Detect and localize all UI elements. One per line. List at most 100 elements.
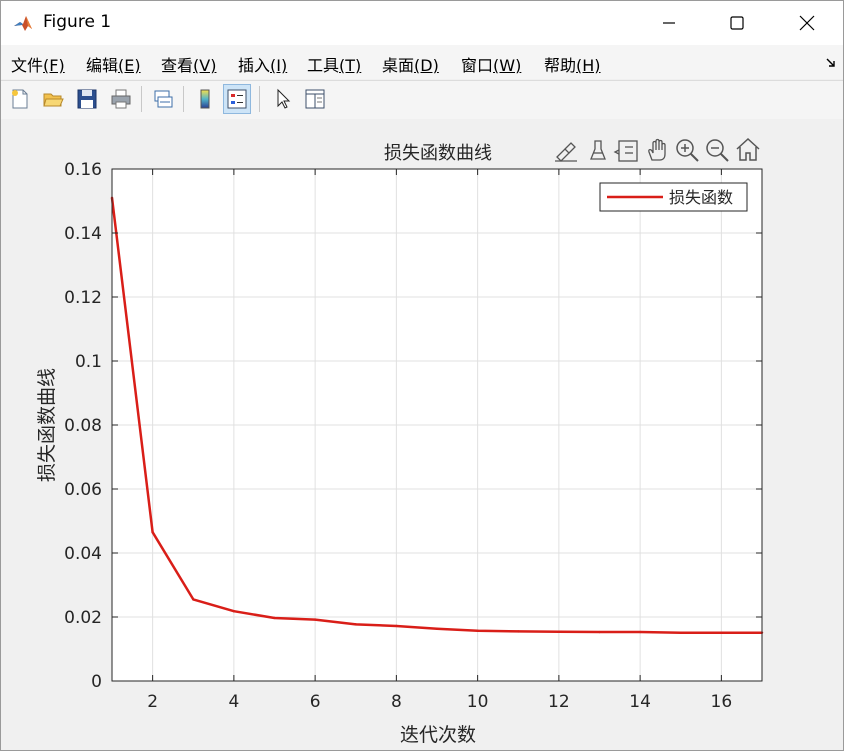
loss-data-point[interactable] [232, 610, 236, 613]
y-axis-label: 损失函数曲线 [36, 368, 58, 482]
x-tick-label: 12 [548, 692, 570, 712]
y-tick-label: 0.02 [64, 608, 102, 628]
home-icon[interactable] [736, 137, 760, 161]
menu-help[interactable]: 帮助(H) [544, 52, 601, 76]
zoom-out-icon[interactable] [706, 139, 729, 162]
close-icon [799, 15, 815, 31]
loss-data-point[interactable] [273, 616, 276, 620]
menu-help-label: 帮助 [544, 56, 577, 75]
menu-desktop[interactable]: 桌面(D) [382, 52, 439, 76]
loss-data-point[interactable] [638, 630, 642, 634]
data-tips-icon[interactable] [613, 140, 638, 162]
x-tick-label: 6 [310, 692, 321, 712]
y-tick-label: 0.08 [64, 416, 102, 436]
x-tick-label: 16 [711, 692, 733, 712]
x-tick-label: 8 [391, 692, 402, 712]
menu-edit-label: 编辑 [86, 56, 119, 75]
link-plot-icon [154, 90, 173, 108]
menu-window[interactable]: 窗口(W) [461, 52, 521, 76]
y-tick-label: 0.16 [64, 160, 102, 180]
colorbar-button[interactable] [191, 84, 219, 114]
toolbar-separator [141, 86, 142, 112]
menu-desktop-label: 桌面 [382, 56, 415, 75]
y-tick-label: 0.14 [64, 224, 102, 244]
property-inspector-icon [305, 89, 325, 109]
figure-toolbar [1, 80, 843, 120]
legend[interactable]: 损失函数 [599, 182, 748, 212]
chart-title: 损失函数曲线 [384, 143, 492, 164]
minimize-button[interactable] [635, 1, 703, 45]
legend-icon [227, 89, 247, 109]
menu-edit[interactable]: 编辑(E) [86, 52, 141, 76]
select-arrow-button[interactable] [269, 84, 297, 114]
loss-data-point[interactable] [151, 531, 154, 534]
title-bar: Figure 1 [1, 1, 843, 45]
x-tick-label: 2 [147, 692, 158, 712]
axes-toolbar [555, 137, 760, 162]
zoom-in-icon[interactable] [676, 139, 699, 162]
loss-data-point[interactable] [476, 629, 479, 632]
menu-insert[interactable]: 插入(I) [238, 52, 287, 76]
loss-data-point[interactable] [435, 627, 439, 631]
matlab-logo-icon [13, 13, 33, 33]
loss-data-point[interactable] [517, 630, 520, 633]
x-tick-label: 14 [629, 692, 651, 712]
menu-insert-label: 插入 [238, 56, 271, 75]
maximize-button[interactable] [703, 1, 771, 45]
menu-insert-accel: (I) [270, 56, 288, 75]
menu-edit-accel: (E) [118, 56, 141, 75]
x-axis-label: 迭代次数 [400, 724, 476, 746]
menu-tools-accel: (T) [339, 56, 362, 75]
loss-data-point[interactable] [354, 623, 357, 626]
plot-svg[interactable]: 损失函数曲线 2 4 6 8 10 12 14 16 0 0.02 0.04 0.06 0.08 0.1… [1, 119, 843, 750]
pan-hand-icon[interactable] [648, 138, 666, 161]
close-button[interactable] [773, 1, 841, 45]
menu-tools-label: 工具 [307, 56, 340, 75]
menu-window-accel: (W) [493, 56, 522, 75]
legend-button[interactable] [223, 84, 251, 114]
dock-arrow-icon[interactable] [825, 57, 837, 69]
y-tick-label: 0.12 [64, 288, 102, 308]
open-file-icon [43, 93, 64, 107]
menu-tools[interactable]: 工具(T) [307, 52, 361, 76]
menu-view-accel: (V) [193, 56, 217, 75]
maximize-icon [730, 16, 744, 30]
y-tick-label: 0.04 [64, 544, 102, 564]
menu-desktop-accel: (D) [414, 56, 439, 75]
property-inspector-button[interactable] [301, 84, 329, 114]
y-tick-label: 0 [91, 672, 102, 692]
x-tick-label: 10 [467, 692, 489, 712]
loss-data-point[interactable] [720, 631, 723, 634]
loss-data-point[interactable] [395, 624, 398, 628]
menu-window-label: 窗口 [461, 56, 494, 75]
menu-help-accel: (H) [576, 56, 601, 75]
link-plot-button[interactable] [149, 84, 177, 114]
save-icon [77, 89, 97, 109]
data-brush-icon[interactable] [590, 140, 606, 160]
menu-view-label: 查看 [161, 56, 194, 75]
legend-label: 损失函数 [669, 188, 733, 207]
new-figure-icon [12, 89, 28, 109]
loss-data-point[interactable] [598, 630, 601, 634]
new-figure-button[interactable] [6, 84, 34, 114]
loss-data-point[interactable] [557, 630, 561, 633]
figure-canvas: 损失函数曲线 2 4 6 8 10 12 14 16 0 0.02 0.04 0.06 0.08 0.1… [1, 119, 843, 750]
menu-file[interactable]: 文件(F) [11, 52, 65, 76]
loss-data-point[interactable] [679, 631, 682, 634]
colorbar-icon [200, 89, 210, 109]
loss-data-point[interactable] [313, 618, 317, 621]
print-button[interactable] [107, 84, 135, 114]
brush-edit-icon[interactable] [555, 142, 577, 162]
figure-window: Figure 1 文件(F) 编辑(E) 查看(V) 插入(I) 工具(T) 桌… [0, 0, 844, 751]
open-file-button[interactable] [39, 84, 67, 114]
menu-view[interactable]: 查看(V) [161, 52, 216, 76]
window-title: Figure 1 [43, 12, 112, 32]
y-tick-label: 0.1 [75, 352, 102, 372]
x-tick-label: 4 [228, 692, 239, 712]
toolbar-separator [259, 86, 260, 112]
save-button[interactable] [73, 84, 101, 114]
loss-data-point[interactable] [192, 598, 195, 601]
y-tick-label: 0.06 [64, 480, 102, 500]
select-arrow-icon [277, 88, 291, 109]
minimize-icon [663, 22, 675, 24]
